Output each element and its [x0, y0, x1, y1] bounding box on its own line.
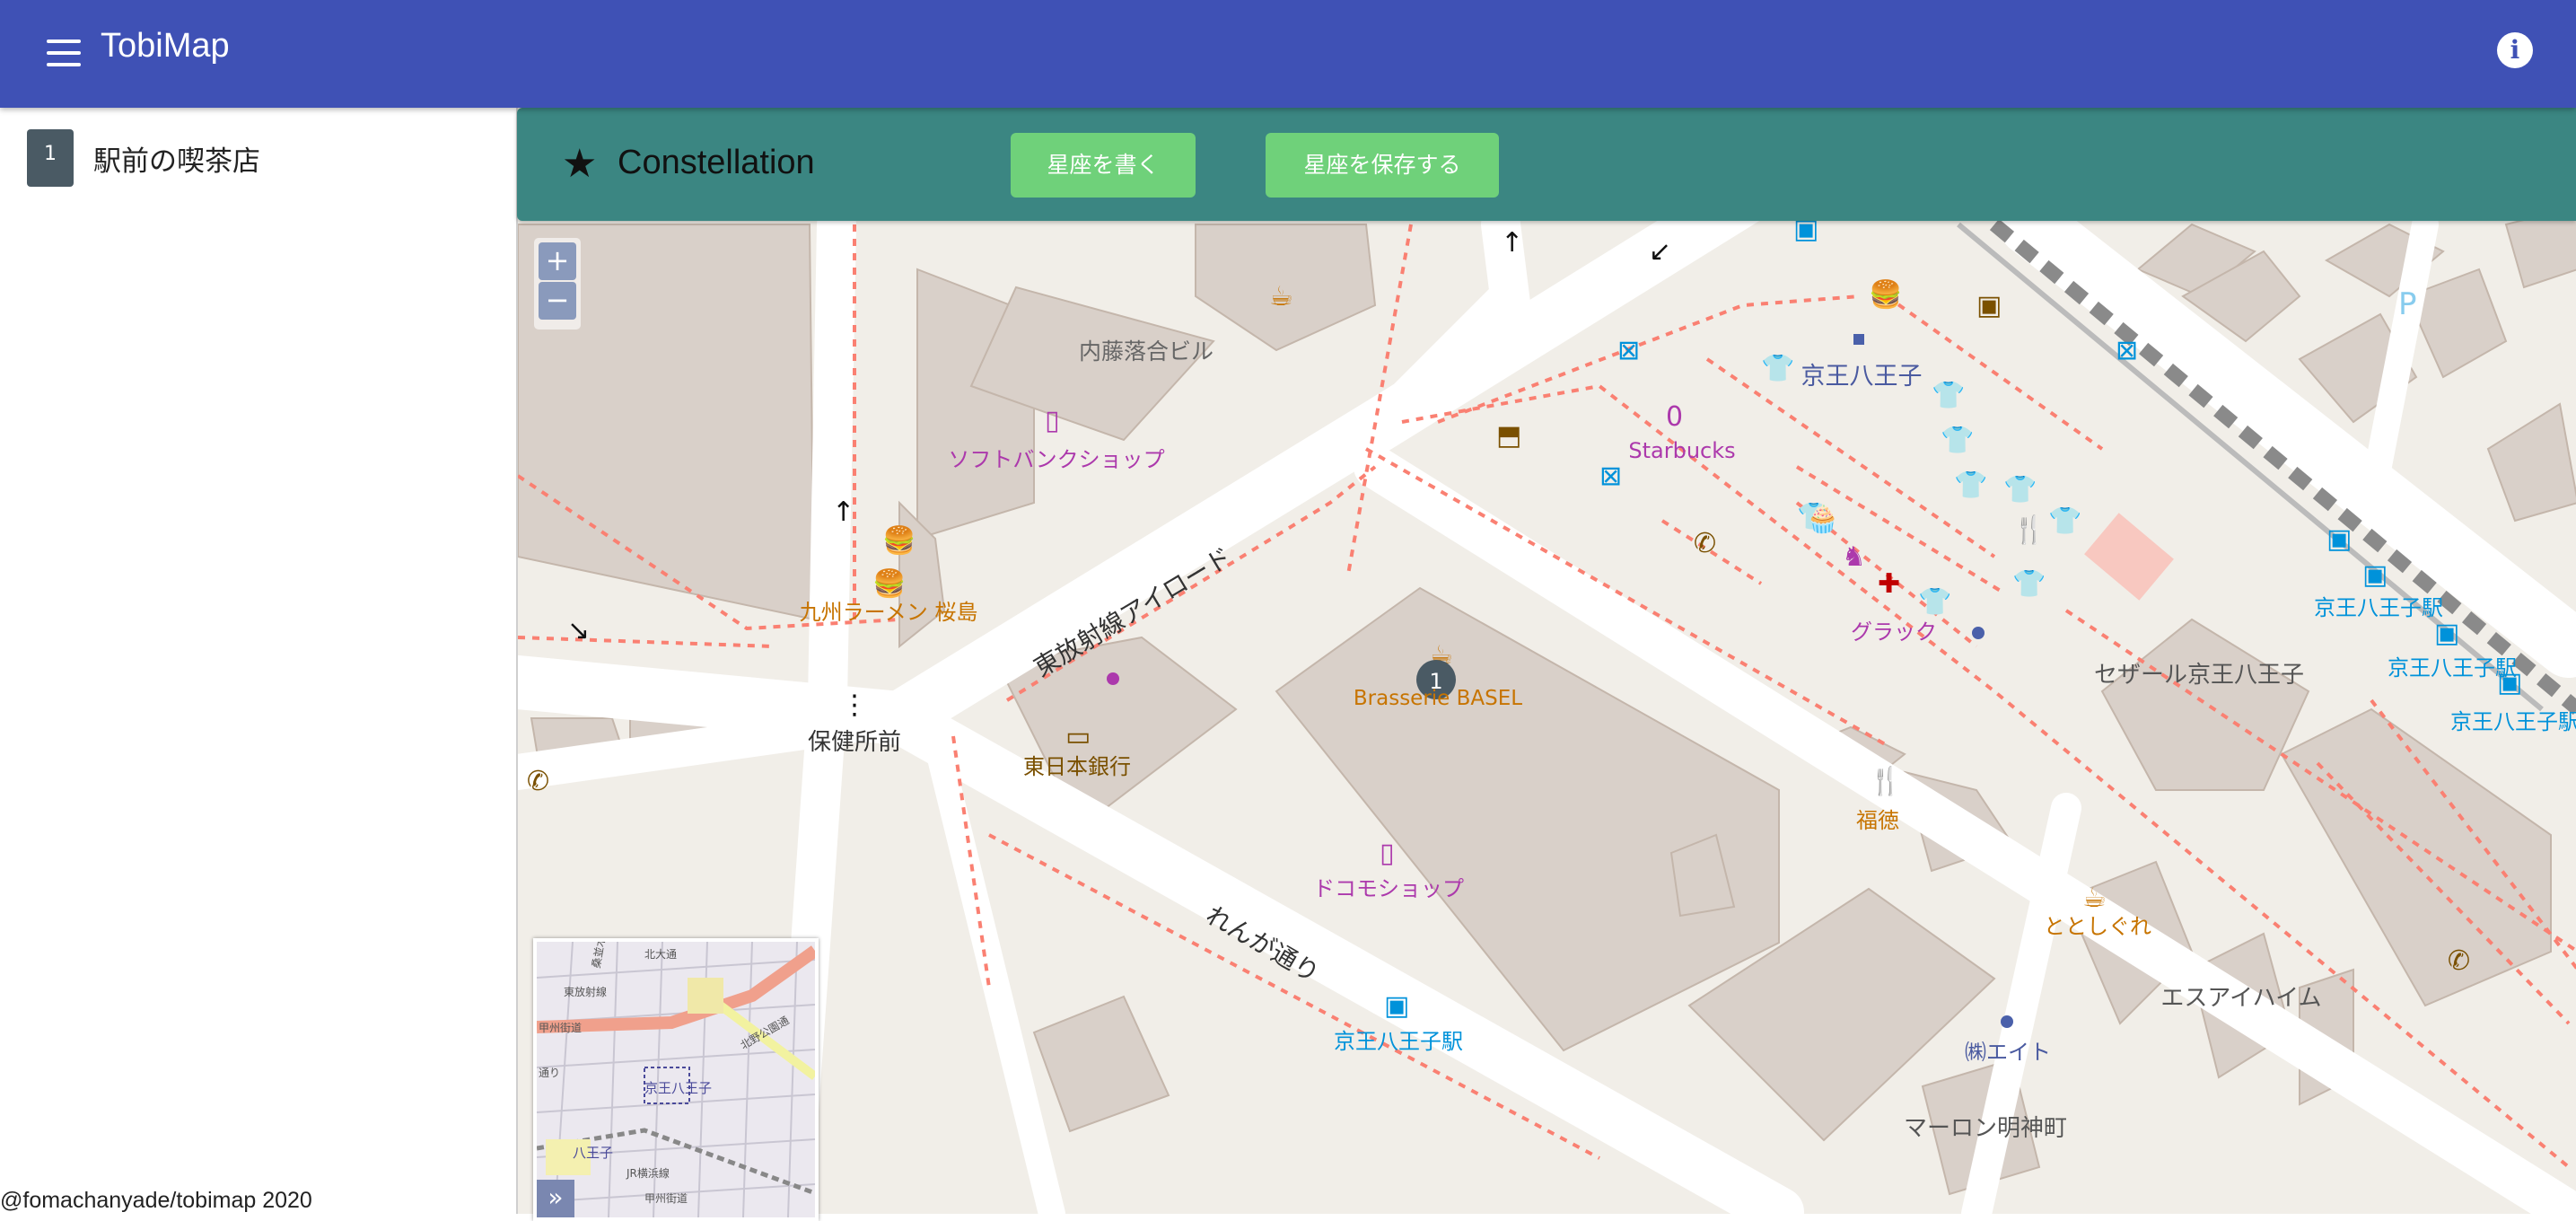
svg-text:▣: ▣	[2434, 618, 2459, 649]
label-softbank: ソフトバンクショップ	[948, 447, 1164, 472]
minimap-label: 甲州街道	[644, 1192, 688, 1205]
svg-text:☕: ☕	[1269, 281, 1293, 312]
info-icon[interactable]: i	[2497, 32, 2533, 68]
minimap-label: 京王八王子	[644, 1080, 712, 1096]
svg-text:0: 0	[1666, 401, 1683, 433]
svg-text:👕: 👕	[2048, 505, 2081, 537]
svg-text:↑: ↑	[832, 496, 854, 528]
item-number-badge: 1	[27, 129, 74, 187]
minimap-label: 東放射線	[564, 985, 607, 998]
label-brasserie: Brasserie BASEL	[1354, 687, 1522, 710]
hamburger-menu-icon[interactable]	[47, 40, 81, 66]
svg-text:▣: ▣	[1976, 290, 2002, 321]
svg-text:▣: ▣	[2326, 523, 2352, 555]
overview-minimap[interactable]: 京王八王子 八王子 北大通 北野公園通 JR横浜線 甲州街道 通り 桑並木通り …	[533, 938, 819, 1221]
list-item[interactable]: 1 駅前の喫茶店	[27, 129, 260, 187]
svg-text:▣: ▣	[1384, 990, 1409, 1022]
svg-text:☕: ☕	[2082, 883, 2107, 914]
label-higashi-bank: 東日本銀行	[1023, 754, 1131, 779]
svg-text:👕: 👕	[1954, 470, 1987, 501]
svg-text:▭: ▭	[1065, 721, 1091, 752]
svg-text:↙: ↙	[1649, 236, 1671, 268]
svg-text:↘: ↘	[567, 615, 590, 646]
zoom-control: + −	[534, 238, 581, 329]
svg-text:✆: ✆	[1694, 528, 1716, 559]
label-starbucks: Starbucks	[1628, 438, 1735, 463]
label-keio-station-3: 京王八王子駅	[2450, 709, 2576, 734]
sidebar: 1 駅前の喫茶店 @fomachanyade/tobimap 2020	[0, 108, 515, 1214]
label-keio-station-2: 京王八王子駅	[2388, 655, 2517, 681]
svg-text:🍔: 🍔	[872, 567, 906, 600]
svg-text:⊠: ⊠	[1599, 461, 1622, 492]
minimap-label: 北大通	[644, 948, 677, 961]
svg-text:🧁: 🧁	[1806, 503, 1839, 535]
svg-text:⊠: ⊠	[1617, 335, 1640, 366]
minimap-label: 甲州街道	[539, 1022, 582, 1034]
label-totoshigure: ととしぐれ	[2044, 914, 2151, 939]
save-constellation-button[interactable]: 星座を保存する	[1266, 133, 1499, 198]
svg-text:👕: 👕	[1932, 380, 1965, 411]
svg-text:🍔: 🍔	[882, 524, 916, 557]
label-cellar: セザール京王八王子	[2094, 662, 2304, 689]
zoom-out-button[interactable]: −	[539, 282, 576, 320]
label-keio-station-1: 京王八王子駅	[2314, 595, 2443, 620]
minimap-label: 通り	[539, 1067, 560, 1079]
svg-text:▣: ▣	[2362, 559, 2388, 591]
svg-text:✆: ✆	[2448, 945, 2470, 977]
svg-text:⬒: ⬒	[1496, 420, 1521, 452]
label-keio-bus: 京王八王子駅	[1334, 1029, 1463, 1054]
svg-text:⋮: ⋮	[841, 690, 868, 721]
item-label: 駅前の喫茶店	[93, 145, 260, 178]
minimap-toggle-button[interactable]: »	[537, 1180, 574, 1217]
map-view[interactable]: ☕ 🍔 🍔 🍔 ☕ ☕ 🍴 🍴 ▯ ▯ 👕 0 👕 👕 👕 👕 👕 👕 👕 👕 …	[516, 108, 2576, 1214]
label-gurakku: グラック	[1851, 619, 1937, 645]
svg-text:👕: 👕	[2003, 474, 2037, 505]
minimap-label: JR横浜線	[626, 1166, 670, 1180]
constellation-title: Constellation	[618, 144, 815, 181]
svg-text:♞: ♞	[1842, 541, 1866, 573]
label-kyushu: 九州ラーメン 桜島	[800, 600, 978, 625]
svg-text:P: P	[2398, 286, 2417, 322]
constellation-toolbar: ★ Constellation 星座を書く 星座を保存する	[517, 108, 2576, 221]
zoom-in-button[interactable]: +	[539, 242, 576, 280]
svg-text:↑: ↑	[1501, 227, 1523, 259]
footer-credit: @fomachanyade/tobimap 2020	[0, 1188, 312, 1214]
svg-text:🍔: 🍔	[1869, 278, 1902, 311]
label-esa: エスアイハイム	[2160, 985, 2321, 1012]
app-title: TobiMap	[101, 27, 230, 65]
svg-text:👕: 👕	[1918, 586, 1951, 618]
map-canvas[interactable]: ☕ 🍔 🍔 🍔 ☕ ☕ 🍴 🍴 ▯ ▯ 👕 0 👕 👕 👕 👕 👕 👕 👕 👕 …	[518, 108, 2576, 1214]
svg-text:👕: 👕	[1761, 353, 1794, 384]
label-fukutoku: 福徳	[1856, 808, 1899, 833]
svg-text:👕: 👕	[2012, 568, 2046, 600]
svg-text:🍴: 🍴	[2012, 514, 2046, 546]
svg-text:✆: ✆	[527, 766, 549, 797]
svg-text:✚: ✚	[1878, 568, 1900, 600]
label-keio-hachioji: 京王八王子	[1801, 363, 1923, 391]
label-docomo: ドコモショップ	[1313, 876, 1464, 901]
label-eight: ㈱エイト	[1965, 1040, 2051, 1065]
svg-text:▯: ▯	[1380, 838, 1395, 869]
svg-text:👕: 👕	[1941, 425, 1974, 456]
svg-text:▯: ▯	[1045, 405, 1060, 436]
label-naito: 内藤落合ビル	[1079, 338, 1214, 365]
draw-constellation-button[interactable]: 星座を書く	[1011, 133, 1196, 198]
svg-text:🍴: 🍴	[1869, 765, 1902, 797]
minimap-label: 八王子	[573, 1145, 613, 1161]
label-maronn: マーロン明神町	[1904, 1115, 2067, 1142]
svg-text:⊠: ⊠	[2116, 335, 2138, 366]
label-hokenjo: 保健所前	[808, 729, 901, 756]
app-bar: TobiMap i	[0, 0, 2576, 108]
star-icon: ★	[562, 141, 598, 187]
